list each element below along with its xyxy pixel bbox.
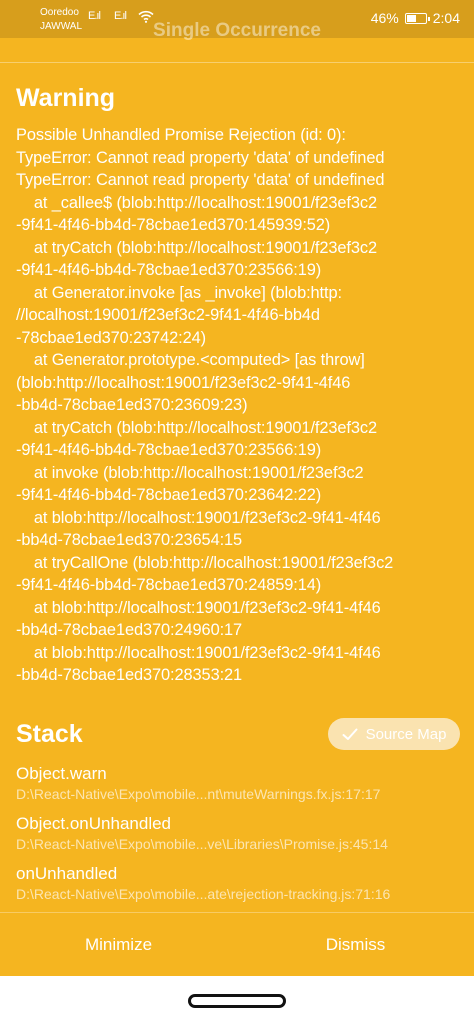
frame-location: D:\React-Native\Expo\mobile...ve\Librari… (16, 836, 388, 852)
frame-name: onUnhandled (16, 864, 118, 883)
source-map-button[interactable]: Source Map (328, 718, 460, 750)
check-icon (342, 728, 358, 741)
page-title: Single Occurrence (153, 20, 321, 41)
stack-frames: Object.warn D:\React-Native\Expo\mobile.… (16, 763, 460, 913)
stack-title: Stack (16, 720, 83, 748)
home-pill-icon[interactable] (188, 994, 286, 1008)
frame-location: D:\React-Native\Expo\mobile...nt\muteWar… (16, 786, 381, 802)
carrier-name-1: Ooredoo (40, 7, 79, 18)
frame-name: Object.onUnhandled (16, 814, 172, 833)
warning-message: Possible Unhandled Promise Rejection (id… (16, 126, 394, 684)
stack-frame[interactable]: Object.onUnhandled D:\React-Native\Expo\… (16, 813, 460, 863)
dismiss-button[interactable]: Dismiss (237, 913, 474, 977)
minimize-button[interactable]: Minimize (0, 913, 237, 977)
warning-title: Warning (16, 84, 116, 112)
footer-actions: Minimize Dismiss (0, 912, 474, 976)
warning-section: Warning Possible Unhandled Promise Rejec… (16, 80, 460, 687)
source-map-label: Source Map (365, 725, 447, 743)
frame-name: Object.warn (16, 764, 107, 783)
navigation-bar (0, 976, 474, 1027)
header-divider (0, 62, 474, 63)
frame-location: D:\React-Native\Expo\mobile...ate\reject… (16, 886, 391, 902)
stack-frame[interactable]: onUnhandled D:\React-Native\Expo\mobile.… (16, 863, 460, 913)
stack-header: Stack Source Map (16, 718, 460, 750)
stack-frame[interactable]: Object.warn D:\React-Native\Expo\mobile.… (16, 763, 460, 813)
